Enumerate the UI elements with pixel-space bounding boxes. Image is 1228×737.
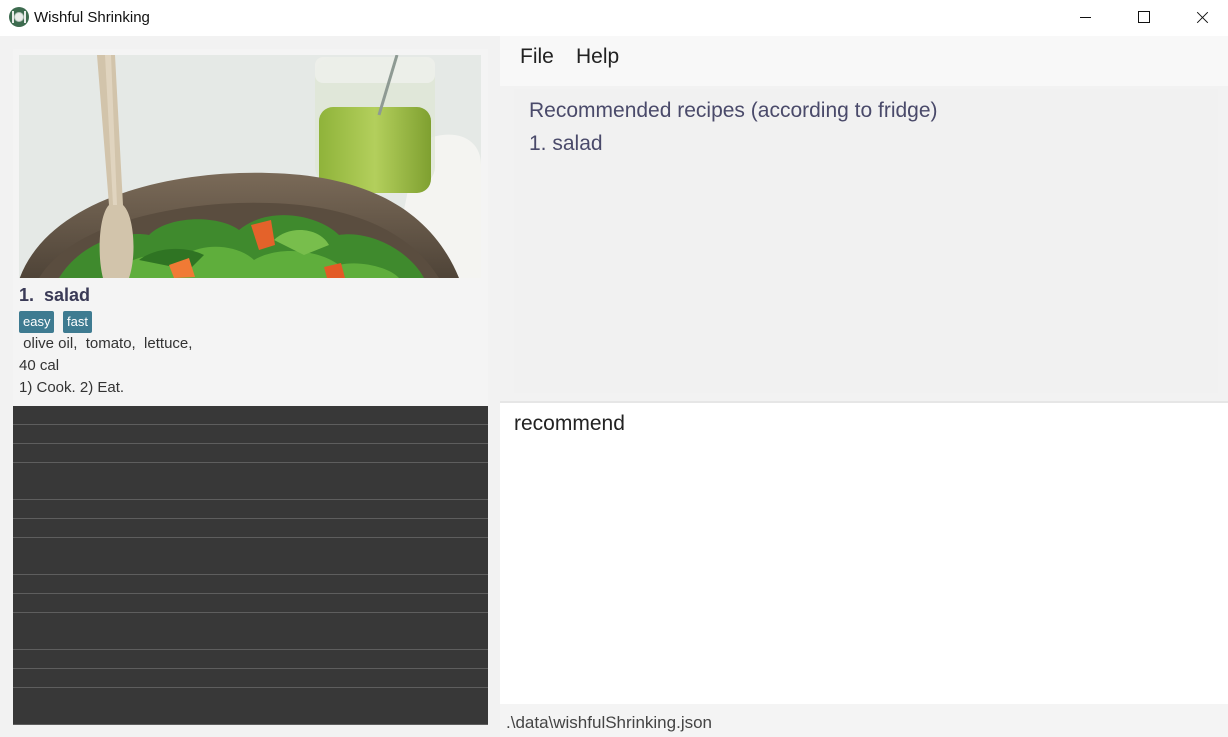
result-title: Recommended recipes (according to fridge…: [529, 99, 938, 122]
menu-bar: File Help: [500, 36, 1228, 86]
recipe-ingredients: olive oil, tomato, lettuce,: [19, 335, 193, 352]
title-bar: Wishful Shrinking: [0, 0, 1228, 36]
tag-fast: fast: [63, 311, 92, 333]
list-row-separator: [13, 612, 488, 613]
result-display[interactable]: Recommended recipes (according to fridge…: [514, 89, 1218, 393]
list-row-separator: [13, 724, 488, 725]
result-item: 1. salad: [529, 132, 603, 155]
status-file-path: .\data\wishfulShrinking.json: [506, 713, 713, 732]
list-row-separator: [13, 499, 488, 500]
status-bar: .\data\wishfulShrinking.json: [500, 704, 1228, 737]
list-row-separator: [13, 668, 488, 669]
recipe-card[interactable]: 1. salad easy fast olive oil, tomato, le…: [13, 49, 488, 406]
list-row-separator: [13, 649, 488, 650]
plate-icon: [9, 7, 29, 27]
list-row-separator: [13, 518, 488, 519]
list-row-separator: [13, 443, 488, 444]
command-box[interactable]: recommend: [500, 403, 1228, 704]
recipe-title: 1. salad: [19, 285, 91, 305]
tag-easy: easy: [19, 311, 55, 333]
command-input[interactable]: recommend: [514, 412, 625, 436]
minimize-icon[interactable]: [1056, 0, 1114, 36]
list-row-separator: [13, 462, 488, 463]
menu-help[interactable]: Help: [576, 45, 619, 69]
menu-file[interactable]: File: [520, 45, 554, 69]
list-row-separator: [13, 537, 488, 538]
window-title: Wishful Shrinking: [34, 9, 150, 26]
recipe-list-panel[interactable]: 1. salad easy fast olive oil, tomato, le…: [13, 49, 488, 725]
list-row-separator: [13, 687, 488, 688]
list-row-separator: [13, 424, 488, 425]
recipe-photo: [19, 55, 481, 278]
maximize-icon[interactable]: [1114, 0, 1172, 36]
list-row-separator: [13, 593, 488, 594]
recipe-calories: 40 cal: [19, 357, 60, 374]
list-row-separator: [13, 574, 488, 575]
recipe-instructions: 1) Cook. 2) Eat.: [19, 379, 125, 396]
close-icon[interactable]: [1172, 0, 1228, 36]
